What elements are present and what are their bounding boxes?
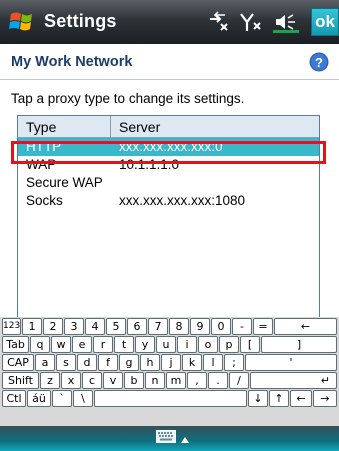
key-j[interactable]: j	[161, 354, 181, 371]
page-header: My Work Network ?	[0, 44, 339, 80]
key-5[interactable]: 5	[106, 318, 126, 335]
key-equals[interactable]: =	[253, 318, 273, 335]
key-international[interactable]: áü	[27, 390, 51, 407]
key-up[interactable]: ↑	[269, 390, 289, 407]
key-2[interactable]: 2	[43, 318, 63, 335]
key-c[interactable]: c	[82, 372, 102, 389]
key-left[interactable]: ←	[290, 390, 312, 407]
cell-server: xxx.xxx.xxx.xxx:1080	[119, 193, 246, 208]
cell-type: Secure WAP	[26, 175, 103, 190]
proxy-list[interactable]: Type Server HTTP xxx.xxx.xxx.xxx:0 WAP 1…	[17, 115, 320, 318]
key-9[interactable]: 9	[190, 318, 210, 335]
key-period[interactable]: .	[208, 372, 228, 389]
key-z[interactable]: z	[40, 372, 60, 389]
connectivity-icon[interactable]	[207, 11, 231, 33]
key-i[interactable]: i	[177, 336, 197, 353]
key-3[interactable]: 3	[64, 318, 84, 335]
key-7[interactable]: 7	[148, 318, 168, 335]
key-u[interactable]: u	[156, 336, 176, 353]
svg-text:?: ?	[315, 55, 323, 70]
key-n[interactable]: n	[145, 372, 165, 389]
key-comma[interactable]: ,	[187, 372, 207, 389]
key-tab[interactable]: Tab	[2, 336, 29, 353]
key-123[interactable]: 123	[2, 318, 21, 335]
key-q[interactable]: q	[30, 336, 50, 353]
cell-type: WAP	[26, 157, 57, 172]
caret-up-icon	[180, 430, 189, 448]
key-4[interactable]: 4	[85, 318, 105, 335]
key-left-bracket[interactable]: [	[240, 336, 260, 353]
input-panel-button[interactable]	[154, 430, 190, 448]
key-m[interactable]: m	[166, 372, 186, 389]
signal-icon[interactable]	[239, 11, 265, 33]
key-g[interactable]: g	[119, 354, 139, 371]
cell-server: 10.1.1.1:0	[119, 157, 180, 172]
title-bar: Settings ok	[0, 0, 339, 44]
table-row-http[interactable]: HTTP xxx.xxx.xxx.xxx:0	[18, 138, 319, 156]
key-semicolon[interactable]: ;	[224, 354, 244, 371]
key-right-bracket[interactable]: ]	[261, 336, 337, 353]
key-l[interactable]: l	[203, 354, 223, 371]
key-d[interactable]: d	[77, 354, 97, 371]
key-shift[interactable]: Shift	[2, 372, 39, 389]
key-caps[interactable]: CAP	[2, 354, 34, 371]
page-title: My Work Network	[11, 54, 133, 70]
key-y[interactable]: y	[135, 336, 155, 353]
key-0[interactable]: 0	[211, 318, 231, 335]
key-down[interactable]: ↓	[248, 390, 268, 407]
volume-icon[interactable]	[273, 11, 299, 33]
windows-start-icon[interactable]	[8, 9, 36, 35]
column-header-type[interactable]: Type	[18, 116, 111, 137]
key-ctrl[interactable]: Ctl	[2, 390, 26, 407]
key-6[interactable]: 6	[127, 318, 147, 335]
table-row-wap[interactable]: WAP 10.1.1.1:0	[18, 156, 319, 174]
cell-type: HTTP	[26, 139, 62, 154]
menu-bar	[0, 426, 339, 451]
status-icons	[207, 10, 299, 34]
instruction-text: Tap a proxy type to change its settings.	[11, 91, 245, 106]
soft-keyboard: 123 1 2 3 4 5 6 7 8 9 0 - = ← Tab q w e …	[0, 317, 339, 426]
key-o[interactable]: o	[198, 336, 218, 353]
cell-type: Socks	[26, 193, 63, 208]
ok-button[interactable]: ok	[311, 8, 339, 36]
key-backtick[interactable]: `	[52, 390, 72, 407]
key-r[interactable]: r	[93, 336, 113, 353]
help-icon[interactable]: ?	[309, 52, 329, 72]
key-e[interactable]: e	[72, 336, 92, 353]
column-header-server[interactable]: Server	[111, 116, 160, 137]
cell-server	[111, 174, 119, 192]
key-minus[interactable]: -	[232, 318, 252, 335]
key-8[interactable]: 8	[169, 318, 189, 335]
key-b[interactable]: b	[124, 372, 144, 389]
table-row-secure-wap[interactable]: Secure WAP	[18, 174, 319, 192]
key-space[interactable]	[94, 390, 247, 407]
key-apostrophe[interactable]: '	[245, 354, 337, 371]
key-1[interactable]: 1	[22, 318, 42, 335]
table-row-socks[interactable]: Socks xxx.xxx.xxx.xxx:1080	[18, 192, 319, 210]
key-backslash[interactable]: \	[73, 390, 93, 407]
key-w[interactable]: w	[51, 336, 71, 353]
key-a[interactable]: a	[35, 354, 55, 371]
key-k[interactable]: k	[182, 354, 202, 371]
key-p[interactable]: p	[219, 336, 239, 353]
key-h[interactable]: h	[140, 354, 160, 371]
key-v[interactable]: v	[103, 372, 123, 389]
keyboard-icon	[155, 430, 176, 448]
key-s[interactable]: s	[56, 354, 76, 371]
key-x[interactable]: x	[61, 372, 81, 389]
app-title: Settings	[44, 11, 117, 31]
list-header: Type Server	[18, 116, 319, 138]
key-t[interactable]: t	[114, 336, 134, 353]
key-slash[interactable]: /	[229, 372, 249, 389]
key-enter[interactable]: ↵	[250, 372, 337, 389]
key-right[interactable]: →	[313, 390, 337, 407]
cell-server: xxx.xxx.xxx.xxx:0	[119, 139, 223, 154]
key-f[interactable]: f	[98, 354, 118, 371]
key-backspace[interactable]: ←	[274, 318, 337, 335]
